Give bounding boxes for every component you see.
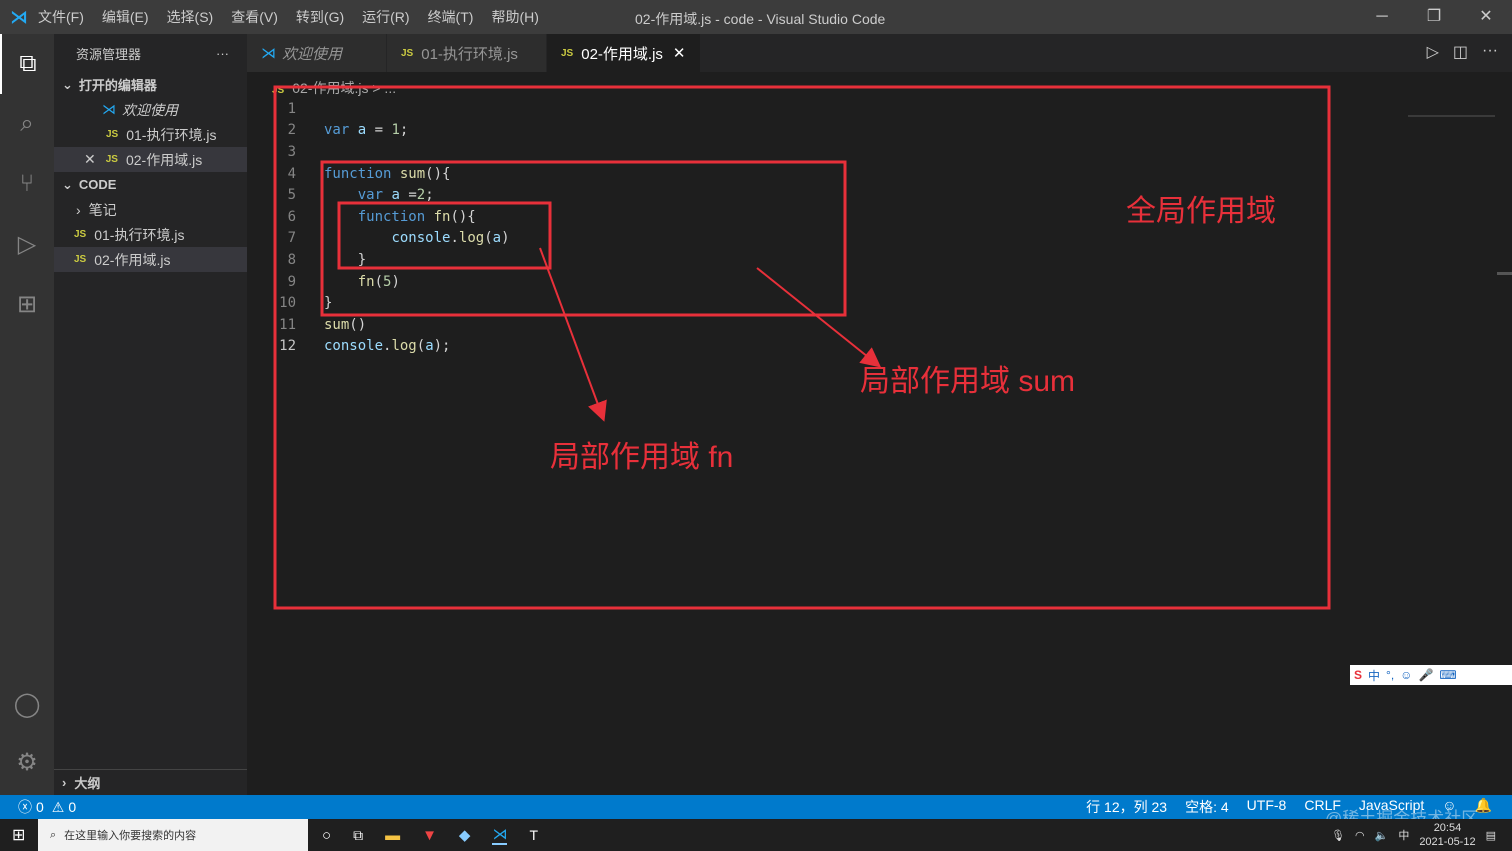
wifi-icon[interactable]: ◠ xyxy=(1355,829,1365,842)
fn-scope-box xyxy=(337,201,552,270)
microphone-icon[interactable]: 🎙 xyxy=(1331,829,1345,842)
error-count[interactable]: 0 xyxy=(36,799,44,815)
cursor-position[interactable]: 行 12，列 23 xyxy=(1086,797,1167,817)
ime-indicator[interactable]: 中 xyxy=(1398,827,1409,843)
search-placeholder: 在这里输入你要搜索的内容 xyxy=(64,830,197,842)
warning-count[interactable]: 0 xyxy=(68,799,76,815)
fn-arrow xyxy=(539,247,607,422)
notifications-icon[interactable]: ▤ xyxy=(1486,829,1496,842)
ime-mode: 中 xyxy=(1368,668,1381,683)
scrollbar[interactable] xyxy=(1497,272,1512,275)
vscode-taskbar-icon[interactable]: ⋊ xyxy=(492,825,508,845)
windows-start-icon[interactable]: ⊞ xyxy=(12,825,25,845)
global-scope-box xyxy=(273,85,1331,610)
ime-toolbar[interactable]: S 中 °, ☺ 🎤 ⌨ xyxy=(1350,665,1512,685)
typora-icon[interactable]: T xyxy=(529,827,538,843)
indentation[interactable]: 空格: 4 xyxy=(1185,797,1229,817)
annotation-overlay xyxy=(273,85,1512,610)
cortana-icon[interactable]: ○ xyxy=(322,827,331,844)
encoding[interactable]: UTF-8 xyxy=(1247,797,1287,817)
warning-icon[interactable]: ⚠ xyxy=(52,799,65,816)
app-icon[interactable]: ▼ xyxy=(422,827,437,844)
system-tray: 🎙 ◠ 🔈 中 20:54 2021-05-12 ▤ xyxy=(1331,821,1496,849)
taskbar-search[interactable]: ⌕ 在这里输入你要搜索的内容 xyxy=(38,819,308,851)
windows-taskbar: ⊞ ⌕ 在这里输入你要搜索的内容 ○ ⧉ ▬ ▼ ◆ ⋊ T 🎙 ◠ 🔈 中 20:54… xyxy=(0,819,1512,851)
fn-scope-label: 局部作用域 fn xyxy=(550,441,734,474)
app-icon[interactable]: ◆ xyxy=(459,826,471,844)
task-view-icon[interactable]: ⧉ xyxy=(353,827,363,844)
volume-icon[interactable]: 🔈 xyxy=(1375,829,1389,842)
global-scope-label: 全局作用域 xyxy=(1126,195,1276,228)
sum-scope-label: 局部作用域 sum xyxy=(860,365,1076,398)
sogou-icon: S xyxy=(1354,668,1363,682)
date: 2021-05-12 xyxy=(1419,836,1476,848)
error-icon[interactable]: ⓧ xyxy=(18,797,32,817)
status-bar: ⓧ 0 ⚠ 0 行 12，列 23 空格: 4 UTF-8 CRLF JavaScr… xyxy=(0,795,1512,819)
sum-scope-box xyxy=(320,160,847,317)
search-icon: ⌕ xyxy=(50,828,57,841)
time: 20:54 xyxy=(1433,822,1462,834)
file-explorer-icon[interactable]: ▬ xyxy=(385,827,400,844)
clock[interactable]: 20:54 2021-05-12 xyxy=(1419,821,1475,849)
